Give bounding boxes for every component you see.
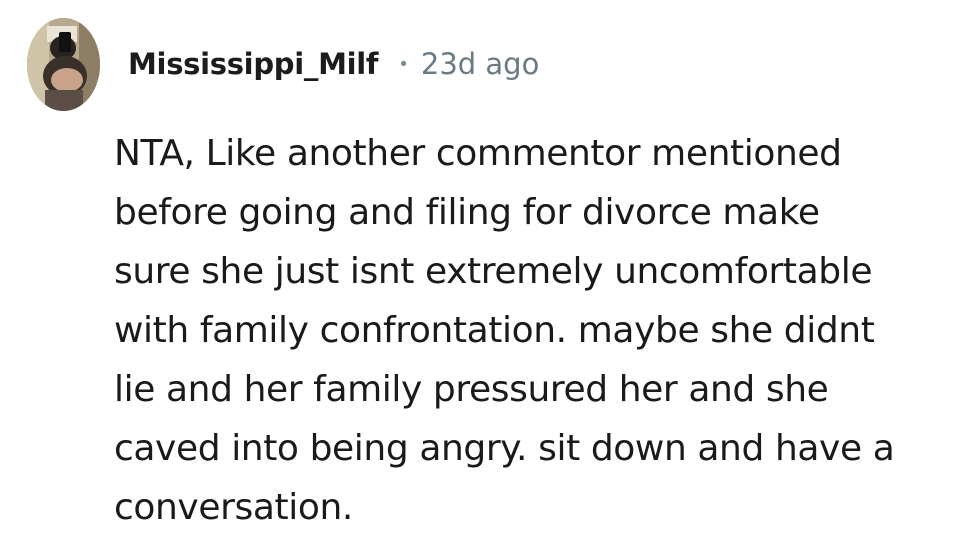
comment-timestamp[interactable]: 23d ago: [421, 47, 539, 81]
comment-body-line: with family confrontation. maybe she did…: [114, 310, 875, 351]
comment: Mississippi_Milf • 23d ago NTA, Like ano…: [0, 0, 954, 540]
comment-body-line: sure she just isnt extremely uncomfortab…: [114, 251, 873, 292]
comment-body-line: before going and filing for divorce make: [114, 192, 820, 233]
meta-separator: •: [398, 53, 409, 75]
comment-body-line: caved into being angry. sit down and hav…: [114, 428, 895, 469]
author-username[interactable]: Mississippi_Milf: [128, 47, 379, 81]
comment-body-line: lie and her family pressured her and she: [114, 369, 829, 410]
comment-body-line: conversation.: [114, 487, 353, 528]
comment-header: Mississippi_Milf • 23d ago: [27, 16, 539, 112]
avatar-photo-icon: [27, 17, 100, 111]
user-avatar[interactable]: [27, 17, 100, 111]
comment-body: NTA, Like another commentor mentioned be…: [114, 124, 944, 537]
comment-body-line: NTA, Like another commentor mentioned: [114, 133, 842, 174]
